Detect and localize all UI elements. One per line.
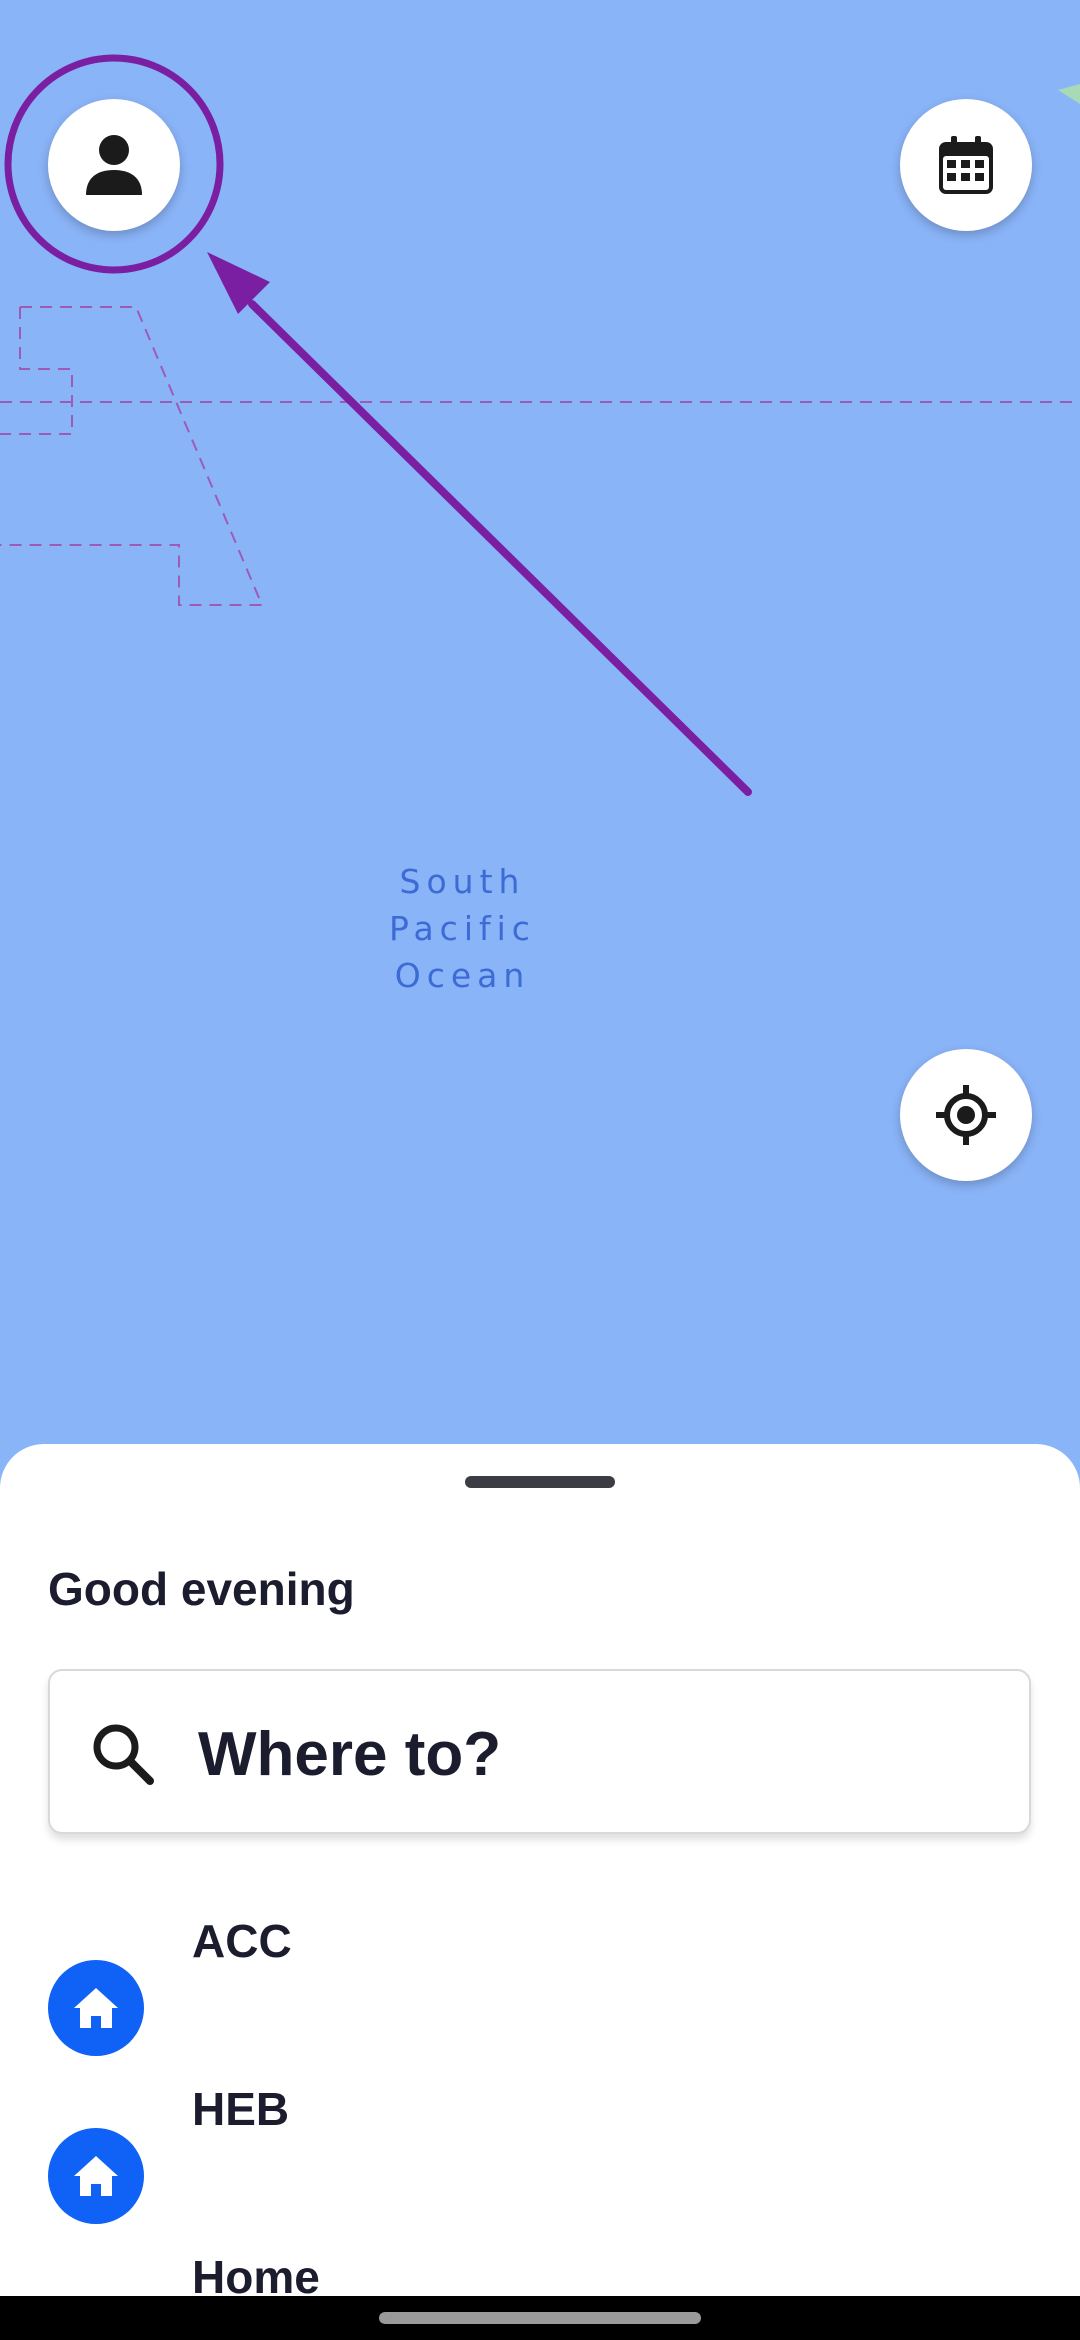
- ocean-label: South Pacific Ocean: [330, 858, 595, 999]
- ocean-label-line: Pacific: [389, 909, 536, 948]
- home-icon: [48, 2128, 144, 2224]
- saved-place-label: HEB: [192, 2083, 290, 2135]
- calendar-button[interactable]: [900, 99, 1032, 231]
- map-canvas: [0, 54, 1080, 796]
- greeting-text: Good evening: [48, 1563, 355, 1615]
- saved-place-label: ACC: [192, 1915, 292, 1967]
- saved-place-item[interactable]: HEB: [0, 2082, 1080, 2242]
- search-bar[interactable]: Where to?: [48, 1669, 1031, 1834]
- saved-place-item[interactable]: ACC: [0, 1914, 1080, 2074]
- map-view[interactable]: South Pacific Ocean: [0, 0, 1080, 1460]
- search-icon: [93, 1724, 154, 1785]
- person-icon: [86, 135, 142, 195]
- search-placeholder: Where to?: [198, 1720, 502, 1789]
- land-fragment: [1058, 84, 1080, 104]
- gps-target-icon: [936, 1085, 996, 1145]
- home-gesture-handle[interactable]: [379, 2312, 701, 2324]
- saved-place-label: Home: [192, 2251, 320, 2296]
- home-icon: [48, 1960, 144, 2056]
- profile-button[interactable]: [48, 99, 180, 231]
- ocean-label-line: Ocean: [394, 956, 531, 995]
- saved-place-item[interactable]: Home: [0, 2250, 1080, 2296]
- bottom-sheet: Good evening Where to? ACC HEB Home: [0, 1444, 1080, 2296]
- ocean-label-line: South: [399, 862, 526, 901]
- calendar-icon: [939, 136, 993, 194]
- my-location-button[interactable]: [900, 1049, 1032, 1181]
- system-navigation-bar: [0, 2296, 1080, 2340]
- sheet-drag-handle[interactable]: [465, 1476, 615, 1488]
- annotation-arrow: [207, 252, 752, 796]
- boundary-lines: [0, 306, 1080, 606]
